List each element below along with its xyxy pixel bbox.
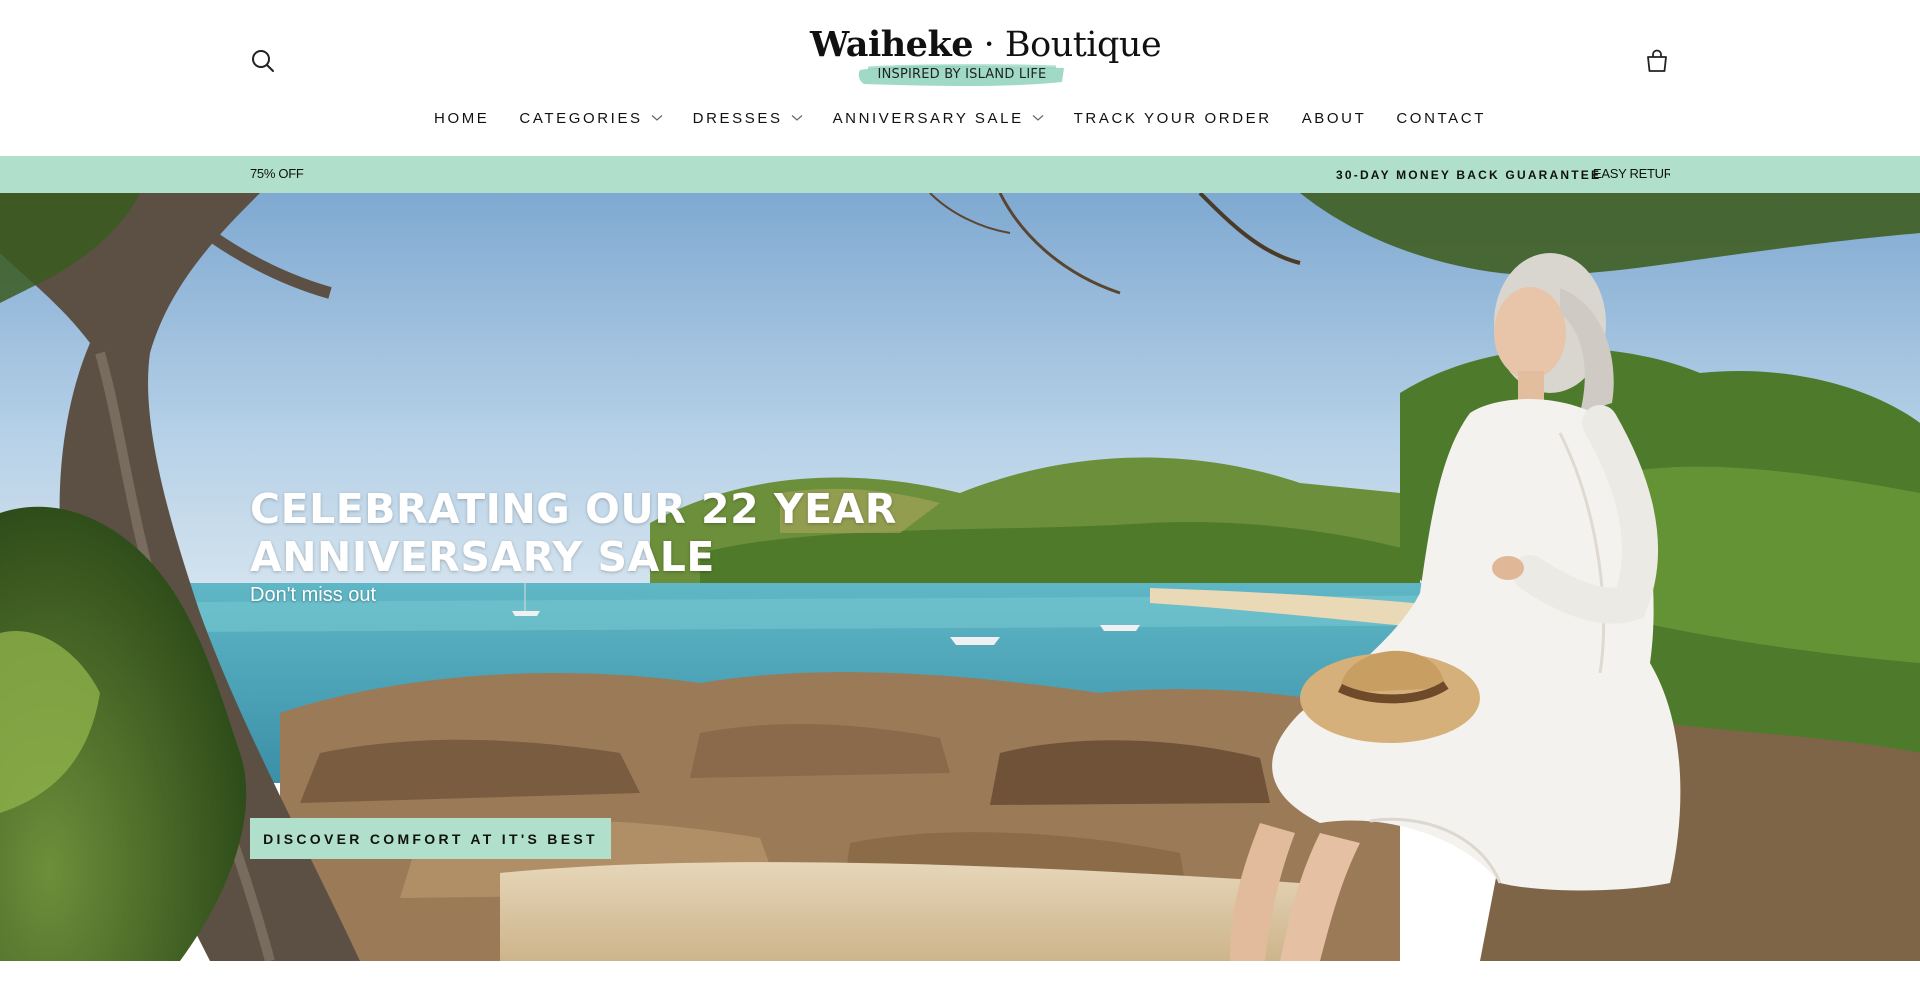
nav-label: ANNIVERSARY SALE [832,109,1024,127]
nav-label: HOME [434,109,490,127]
nav-item-about[interactable]: ABOUT [1302,110,1367,127]
logo-name-part2: Boutique [1004,25,1162,65]
announcement-guarantee: 30-DAY MONEY BACK GUARANTEE [1336,168,1602,182]
logo-separator: · [983,25,995,65]
nav-item-dresses[interactable]: DRESSES [693,110,803,127]
search-button[interactable] [250,48,276,74]
nav-item-track-order[interactable]: TRACK YOUR ORDER [1074,110,1272,127]
chevron-down-icon [1032,115,1044,121]
announcement-bar: 75% OFF 30-DAY MONEY BACK GUARANTEE EASY… [0,156,1920,193]
logo-tagline-badge: INSPIRED BY ISLAND LIFE [856,62,1068,90]
hero-content: CELEBRATING OUR 22 YEAR ANNIVERSARY SALE… [250,485,950,859]
nav-label: ABOUT [1301,109,1367,127]
hero-title-line1: CELEBRATING OUR 22 YEAR [250,485,897,533]
hero-cta-button[interactable]: DISCOVER COMFORT AT IT'S BEST [250,818,611,859]
announcement-discount: 75% OFF [250,166,304,181]
announcement-ticker: 30-DAY MONEY BACK GUARANTEE EASY RETURNS [1330,156,1670,193]
nav-item-categories[interactable]: CATEGORIES [519,109,663,127]
hero-title: CELEBRATING OUR 22 YEAR ANNIVERSARY SALE [250,485,950,581]
cart-button[interactable] [1643,47,1671,75]
chevron-down-icon [651,115,663,121]
logo-tagline: INSPIRED BY ISLAND LIFE [877,67,1047,82]
nav-item-home[interactable]: HOME [434,110,489,127]
nav-label: DRESSES [692,109,783,127]
hero-subtitle: Don't miss out [250,584,377,606]
brand-logo[interactable]: Waiheke · Boutique INSPIRED BY ISLAND LI… [810,24,1162,94]
nav-item-contact[interactable]: CONTACT [1396,110,1486,127]
hero-title-line2: ANNIVERSARY SALE [250,533,715,581]
hero-banner: CELEBRATING OUR 22 YEAR ANNIVERSARY SALE… [0,193,1920,961]
chevron-down-icon [791,115,802,121]
cart-icon [1647,49,1667,72]
main-nav: HOME CATEGORIES DRESSES ANNIVERSARY SALE… [0,106,1920,130]
nav-label: CONTACT [1396,109,1486,127]
search-icon [252,50,274,72]
page-content-below [0,961,1920,993]
logo-title: Waiheke · Boutique [810,24,1162,66]
nav-label: CATEGORIES [519,109,643,127]
nav-item-anniversary-sale[interactable]: ANNIVERSARY SALE [833,110,1044,127]
logo-name-part1: Waiheke [810,24,973,65]
announcement-returns: EASY RETURNS [1593,166,1670,181]
site-header: Waiheke · Boutique INSPIRED BY ISLAND LI… [0,0,1920,156]
nav-label: TRACK YOUR ORDER [1073,109,1272,127]
